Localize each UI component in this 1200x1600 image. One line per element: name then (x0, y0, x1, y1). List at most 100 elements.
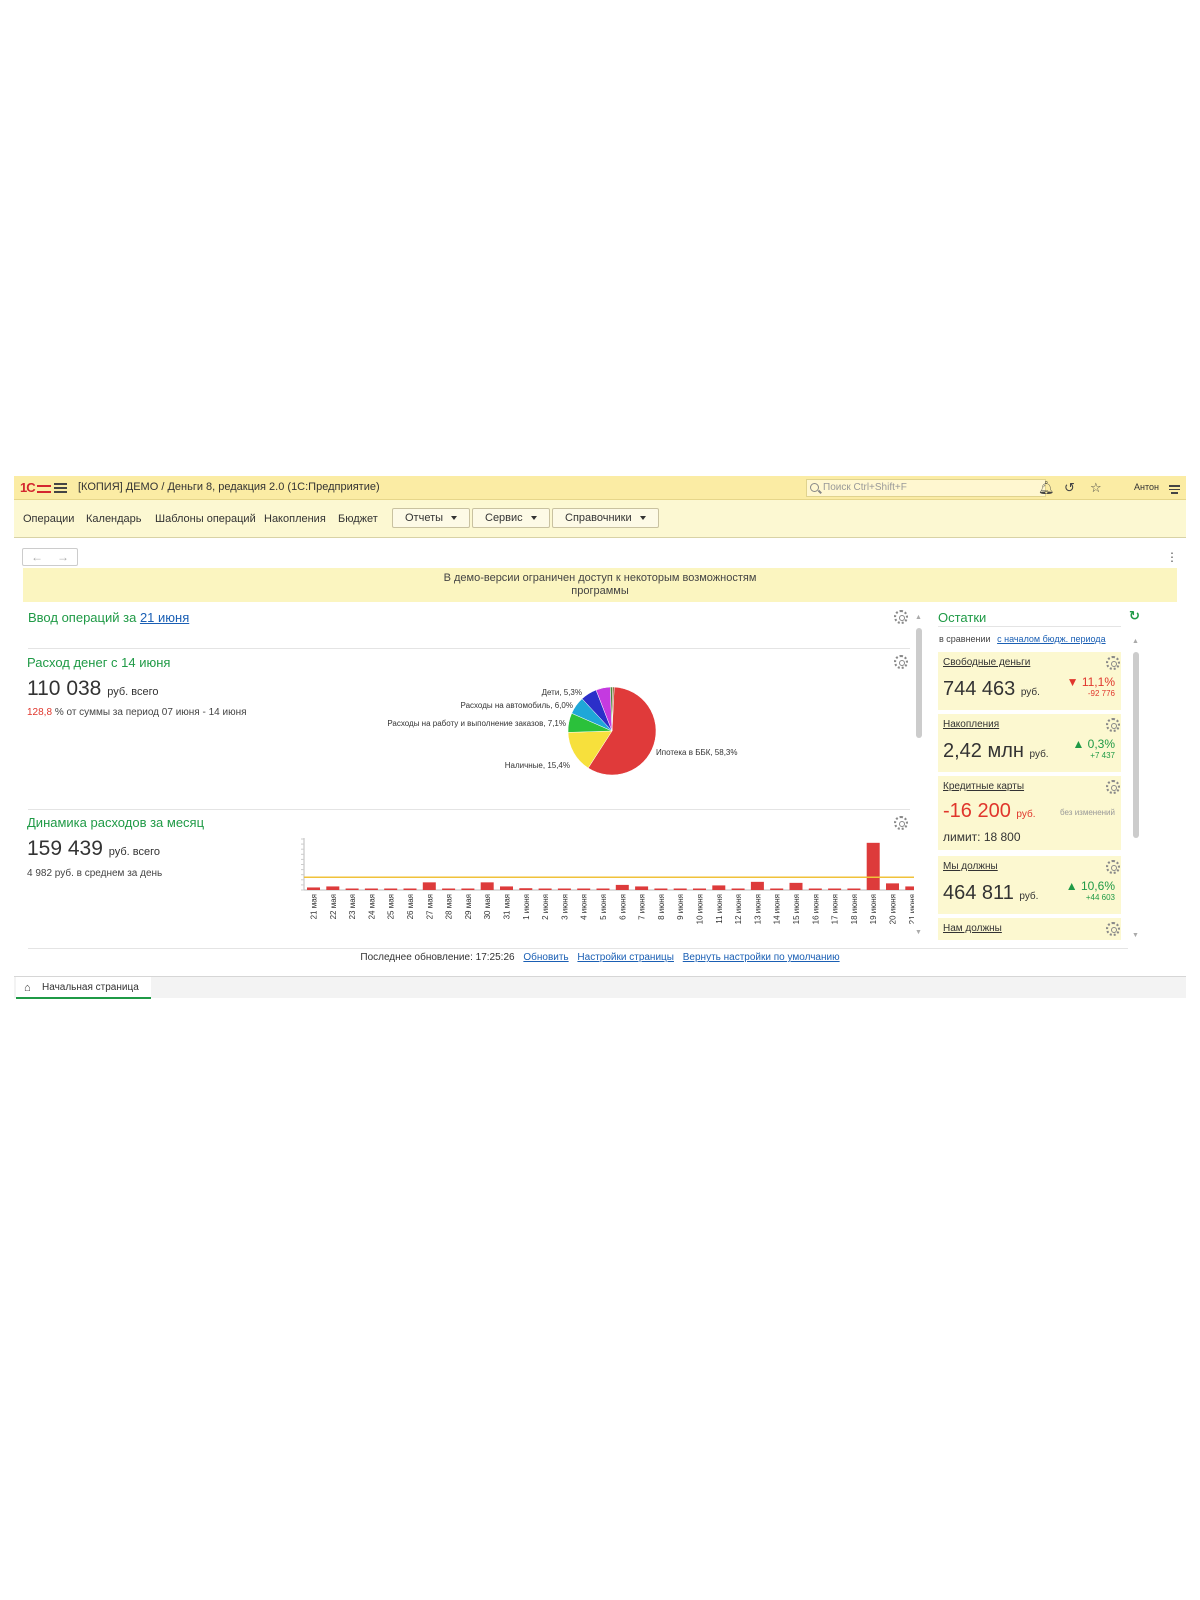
history-navigation: ← → (22, 548, 78, 566)
expense-week-gear-icon[interactable] (894, 655, 908, 669)
demo-banner: В демо-версии ограничен доступ к некотор… (23, 568, 1177, 602)
x-tick-label: 31 мая (503, 894, 512, 919)
nav-reports-dropdown[interactable]: Отчеты (392, 508, 471, 528)
x-tick-label: 11 июня (715, 894, 724, 924)
nav-service-dropdown[interactable]: Сервис (472, 508, 550, 528)
x-tick-label: 15 июня (792, 894, 801, 924)
card-title[interactable]: Нам должны (943, 923, 1002, 934)
card-gear-icon[interactable] (1106, 718, 1120, 732)
scroll-up-icon[interactable]: ▲ (915, 614, 922, 621)
nav-operations[interactable]: Операции (23, 513, 74, 525)
history-icon[interactable]: ↺ (1064, 480, 1075, 496)
main-menu-icon[interactable] (54, 481, 67, 494)
expense-month-average: 4 982 руб. в среднем за день (27, 868, 163, 879)
scroll-down-icon[interactable]: ▼ (915, 929, 922, 936)
bar (596, 888, 610, 890)
compare-period-link[interactable]: с началом бюдж. периода (997, 634, 1105, 644)
window-title: [КОПИЯ] ДЕМО / Деньги 8, редакция 2.0 (1… (78, 481, 380, 493)
ops-entry-gear-icon[interactable] (894, 610, 908, 624)
x-tick-label: 8 июня (657, 894, 666, 920)
reset-settings-link[interactable]: Вернуть настройки по умолчанию (683, 952, 840, 963)
bar (442, 888, 456, 890)
ops-entry-title: Ввод операций за 21 июня (28, 610, 190, 625)
nav-savings[interactable]: Накопления (264, 513, 326, 525)
user-name[interactable]: Антон (1134, 482, 1159, 492)
ops-date-link[interactable]: 21 июня (140, 610, 189, 625)
card-gear-icon[interactable] (1106, 860, 1120, 874)
search-input[interactable]: Поиск Ctrl+Shift+F (806, 479, 1046, 497)
forward-arrow-icon[interactable]: → (57, 550, 69, 564)
x-tick-label: 12 июня (734, 894, 743, 924)
card-gear-icon[interactable] (1106, 656, 1120, 670)
divider (28, 648, 910, 649)
bar (364, 888, 378, 890)
bar (557, 888, 571, 890)
card-title[interactable]: Кредитные карты (943, 781, 1024, 792)
chevron-down-icon (530, 516, 537, 521)
expense-month-gear-icon[interactable] (894, 816, 908, 830)
divider (28, 809, 910, 810)
card-title[interactable]: Накопления (943, 719, 999, 730)
scroll-up-icon[interactable]: ▲ (1132, 638, 1139, 645)
card-limit: лимит: 18 800 (943, 830, 1021, 844)
nav-templates[interactable]: Шаблоны операций (155, 513, 256, 525)
pie-label: Расходы на автомобиль, 6,0% (461, 701, 574, 710)
expense-bar-chart: 21 мая 22 мая 23 мая 24 мая 25 мая 26 мая 27 м… (301, 838, 914, 924)
x-tick-label: 3 июня (560, 894, 569, 920)
title-bar: 1С [КОПИЯ] ДЕМО / Деньги 8, редакция 2.0… (14, 476, 1186, 500)
x-tick-label: 21 мая (310, 894, 319, 919)
x-tick-label: 21 июня (908, 894, 914, 924)
page-footer: Последнее обновление: 17:25:26 Обновить … (14, 952, 1186, 963)
card-delta: ▼ 11,1% -92 776 (1066, 675, 1115, 698)
x-tick-label: 28 мая (445, 894, 454, 919)
bar (886, 883, 899, 890)
star-icon[interactable]: ☆ (1090, 480, 1102, 496)
x-tick-label: 24 мая (367, 894, 376, 919)
bar (770, 888, 784, 890)
bar (538, 888, 552, 890)
card-gear-icon[interactable] (1106, 780, 1120, 794)
more-options-icon[interactable]: ⋮ (1166, 550, 1178, 564)
balances-title: Остатки (938, 610, 987, 625)
x-tick-label: 2 июня (541, 894, 550, 920)
refresh-link[interactable]: Обновить (523, 952, 568, 963)
bar (422, 882, 436, 890)
scroll-down-icon[interactable]: ▼ (1132, 932, 1139, 939)
card-gear-icon[interactable] (1106, 922, 1120, 936)
bar (808, 888, 822, 890)
page-settings-link[interactable]: Настройки страницы (577, 952, 674, 963)
x-tick-label: 14 июня (773, 894, 782, 924)
card-value: 2,42 млн руб. (943, 740, 1049, 762)
x-tick-label: 9 июня (676, 894, 685, 920)
bar (847, 888, 861, 890)
nav-directories-dropdown[interactable]: Справочники (552, 508, 659, 528)
x-tick-label: 27 мая (425, 894, 434, 919)
nav-calendar[interactable]: Календарь (86, 513, 142, 525)
x-tick-label: 30 мая (483, 894, 492, 919)
back-arrow-icon[interactable]: ← (31, 550, 43, 564)
nav-budget[interactable]: Бюджет (338, 513, 378, 525)
pie-label: Ипотека в ББК, 58,3% (656, 748, 738, 757)
bar (384, 888, 398, 890)
tab-home[interactable]: ⌂ Начальная страница (16, 977, 151, 999)
card-value: -16 200 руб. (943, 800, 1036, 822)
x-tick-label: 5 июня (599, 894, 608, 920)
bar (828, 888, 842, 890)
pie-label: Наличные, 15,4% (505, 761, 570, 770)
app-window: 1С [КОПИЯ] ДЕМО / Деньги 8, редакция 2.0… (14, 476, 1186, 1018)
settings-menu-icon[interactable] (1169, 483, 1180, 496)
home-icon: ⌂ (24, 982, 31, 994)
bell-icon[interactable]: 🔔︎ (1038, 480, 1055, 496)
refresh-icon[interactable]: ↻ (1129, 608, 1140, 624)
pie-label: Расходы на работу и выполнение заказов, … (387, 719, 566, 728)
app-logo[interactable]: 1С (20, 480, 51, 495)
card-we-owe: Мы должны 464 811 руб. ▲ 10,6% +44 603 (938, 856, 1121, 914)
left-scrollbar[interactable] (916, 628, 922, 738)
x-tick-label: 13 июня (753, 894, 762, 924)
bar (750, 881, 764, 890)
card-title[interactable]: Мы должны (943, 861, 998, 872)
card-title[interactable]: Свободные деньги (943, 657, 1030, 668)
x-tick-label: 29 мая (464, 894, 473, 919)
right-scrollbar[interactable] (1133, 652, 1139, 838)
card-delta: ▲ 10,6% +44 603 (1065, 879, 1115, 902)
